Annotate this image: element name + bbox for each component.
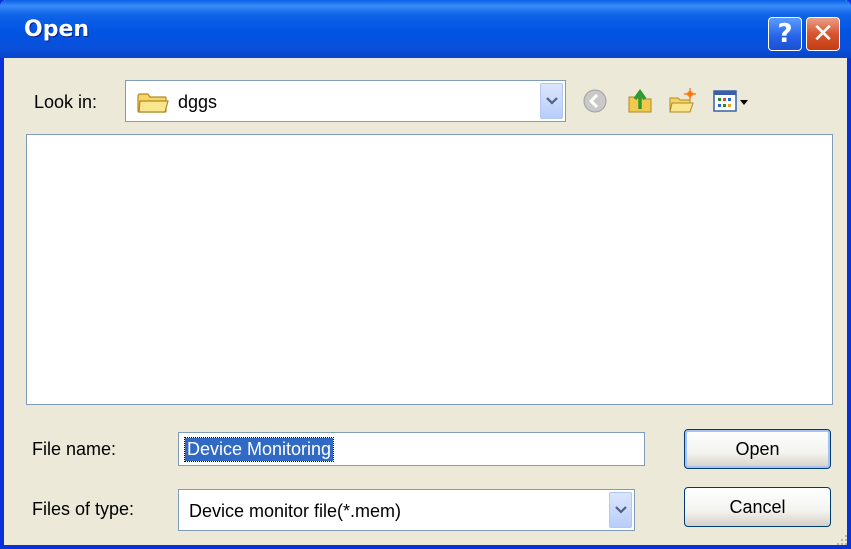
cancel-button[interactable]: Cancel xyxy=(684,487,831,527)
close-icon: ✕ xyxy=(812,19,834,49)
folder-icon xyxy=(137,93,169,113)
file-name-input[interactable]: Device Monitoring xyxy=(178,432,645,466)
up-folder-icon[interactable] xyxy=(626,87,654,115)
help-button[interactable]: ? xyxy=(768,17,802,51)
look-in-dropdown-button[interactable] xyxy=(540,83,563,119)
file-type-value: Device monitor file(*.mem) xyxy=(189,501,402,521)
file-name-value: Device Monitoring xyxy=(183,437,335,462)
file-type-label: Files of type: xyxy=(32,499,135,519)
file-type-combo[interactable]: Device monitor file(*.mem) xyxy=(178,489,635,531)
view-menu-icon[interactable] xyxy=(712,87,752,115)
look-in-label: Look in: xyxy=(34,92,98,112)
resize-grip-icon[interactable] xyxy=(835,533,849,547)
close-button[interactable]: ✕ xyxy=(806,17,840,51)
help-icon: ? xyxy=(777,19,793,49)
file-name-label: File name: xyxy=(32,439,117,459)
window-title: Open xyxy=(24,17,90,42)
title-bar[interactable]: Open ? ✕ xyxy=(0,0,851,58)
file-list[interactable] xyxy=(26,134,833,405)
back-icon[interactable] xyxy=(581,87,609,115)
chevron-down-icon xyxy=(614,506,627,514)
open-button[interactable]: Open xyxy=(684,429,831,469)
look-in-value: dggs xyxy=(178,92,218,112)
chevron-down-icon xyxy=(545,97,558,105)
new-folder-icon[interactable] xyxy=(668,87,696,115)
look-in-combo[interactable]: dggs xyxy=(125,80,566,122)
file-type-dropdown-button[interactable] xyxy=(609,492,632,528)
